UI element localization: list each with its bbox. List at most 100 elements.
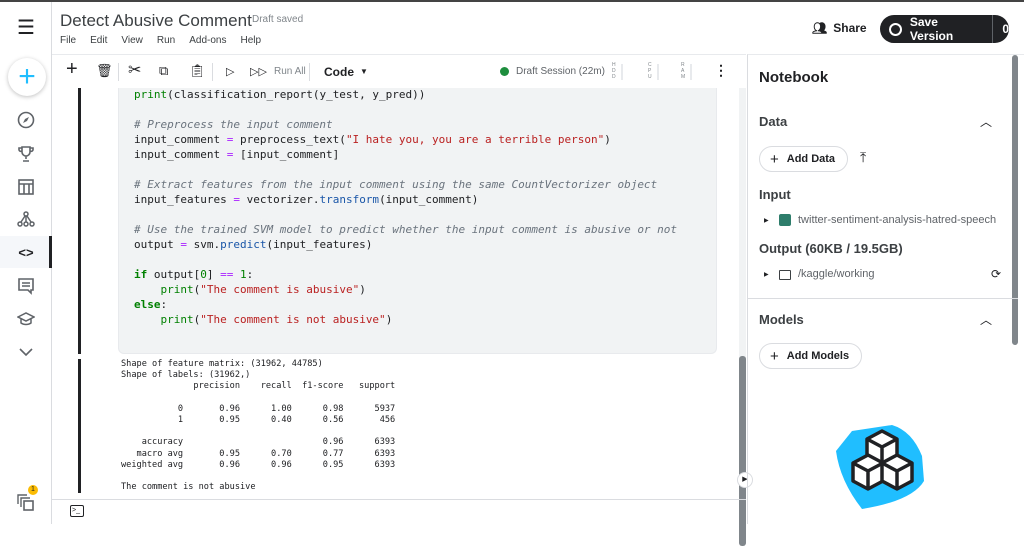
menu-bar: File Edit View Run Add-ons Help bbox=[60, 35, 261, 46]
copy-icon[interactable]: ⧉ bbox=[159, 63, 168, 79]
menu-help[interactable]: Help bbox=[240, 35, 261, 46]
code-token: 0 bbox=[200, 268, 207, 281]
code-token: "I hate you, you are a terrible person" bbox=[345, 133, 605, 146]
refresh-icon[interactable]: ⟳ bbox=[991, 267, 1001, 281]
code-token: ) bbox=[385, 313, 393, 326]
panel-scrollbar[interactable] bbox=[1012, 55, 1018, 345]
output-line: 1 0.95 0.40 0.56 456 bbox=[121, 414, 396, 425]
code-token: ] bbox=[206, 268, 221, 281]
create-button[interactable]: + bbox=[8, 58, 46, 96]
people-icon: 👥︎ bbox=[812, 21, 828, 35]
models-icon[interactable] bbox=[14, 207, 38, 231]
menu-add-ons[interactable]: Add-ons bbox=[189, 35, 226, 46]
console-icon[interactable]: >_ bbox=[70, 505, 84, 517]
menu-run[interactable]: Run bbox=[157, 35, 175, 46]
delete-icon[interactable]: 🗑︎ bbox=[96, 63, 113, 79]
plus-icon: + bbox=[770, 150, 779, 168]
output-path[interactable]: /kaggle/working bbox=[798, 268, 874, 280]
output-line: accuracy 0.96 6393 bbox=[121, 437, 396, 448]
add-data-button[interactable]: + Add Data bbox=[759, 146, 849, 172]
caret-down-icon[interactable]: ▼ bbox=[360, 67, 368, 76]
code-token: "The comment is not abusive" bbox=[200, 313, 386, 326]
code-token: = bbox=[233, 193, 240, 206]
hamburger-menu-icon[interactable]: ☰ bbox=[14, 15, 38, 39]
plus-icon: + bbox=[18, 60, 36, 93]
collapse-models-icon[interactable]: ︿ bbox=[980, 311, 992, 328]
more-options-icon[interactable]: ⋮ bbox=[714, 62, 728, 79]
code-line: else: bbox=[134, 297, 677, 312]
menu-view[interactable]: View bbox=[121, 35, 143, 46]
learn-icon[interactable] bbox=[14, 307, 38, 331]
code-line: print("The comment is not abusive") bbox=[134, 312, 677, 327]
code-token: else bbox=[134, 298, 161, 311]
code-icon[interactable]: <> bbox=[14, 240, 38, 264]
expand-output-icon[interactable]: ▶ bbox=[764, 271, 769, 278]
paste-icon[interactable]: 📋︎ bbox=[189, 63, 206, 79]
compass-icon[interactable] bbox=[14, 108, 38, 132]
table-icon[interactable] bbox=[14, 175, 38, 199]
version-count: 0 bbox=[1002, 22, 1009, 36]
code-cell[interactable]: print(classification_report(y_test, y_pr… bbox=[118, 88, 717, 354]
code-token: ) bbox=[359, 283, 366, 296]
output-selection-bar bbox=[78, 359, 81, 493]
trophy-icon[interactable] bbox=[14, 142, 38, 166]
session-status-dot bbox=[500, 67, 509, 76]
save-version-button[interactable]: Save Version 0 bbox=[880, 15, 1009, 43]
run-icon[interactable]: ▷ bbox=[226, 65, 234, 78]
chevron-down-icon[interactable] bbox=[14, 340, 38, 364]
console-bar: >_ bbox=[52, 499, 746, 524]
code-token: input_comment bbox=[134, 148, 227, 161]
input-dataset[interactable]: twitter-sentiment-analysis-hatred-speech bbox=[798, 214, 1003, 226]
add-cell-icon[interactable]: + bbox=[66, 58, 78, 81]
left-sidebar: ☰ + <> 1 bbox=[0, 2, 52, 524]
share-button[interactable]: 👥︎ Share bbox=[812, 21, 867, 35]
cell-output: Shape of feature matrix: (31962, 44785) S… bbox=[121, 359, 395, 493]
collapse-data-icon[interactable]: ︿ bbox=[980, 113, 992, 130]
notebook-title[interactable]: Detect Abusive Comment bbox=[60, 11, 252, 31]
expand-input-icon[interactable]: ▶ bbox=[764, 217, 769, 224]
copies-icon[interactable]: 1 bbox=[14, 485, 38, 515]
code-token: print bbox=[160, 313, 194, 326]
add-models-button[interactable]: + Add Models bbox=[759, 343, 863, 369]
code-line: # Extract features from the input commen… bbox=[134, 177, 677, 192]
code-line: input_features = vectorizer.transform(in… bbox=[134, 192, 677, 207]
scrollbar-track[interactable] bbox=[739, 88, 746, 546]
output-heading: Output (60KB / 19.5GB) bbox=[759, 241, 903, 256]
output-line: weighted avg 0.96 0.96 0.95 6393 bbox=[121, 459, 396, 470]
code-token: svm. bbox=[186, 238, 221, 251]
code-token: if bbox=[134, 268, 148, 281]
menu-edit[interactable]: Edit bbox=[90, 35, 107, 46]
code-line: # Use the trained SVM model to predict w… bbox=[134, 222, 677, 237]
session-status[interactable]: Draft Session (22m) bbox=[516, 66, 605, 77]
cell-type-select[interactable]: Code bbox=[324, 65, 354, 79]
folder-icon bbox=[779, 270, 791, 280]
code-token: print bbox=[134, 88, 168, 101]
code-editor[interactable]: print(classification_report(y_test, y_pr… bbox=[134, 87, 677, 327]
code-line: # Preprocess the input comment bbox=[134, 117, 677, 132]
run-all-icon[interactable]: ▷▷ bbox=[250, 65, 267, 78]
dataset-icon bbox=[779, 214, 791, 226]
discussion-icon[interactable] bbox=[14, 274, 38, 298]
ram-meter: RAM bbox=[681, 62, 686, 80]
menu-file[interactable]: File bbox=[60, 35, 76, 46]
code-token: preprocess_text( bbox=[233, 133, 346, 146]
code-token: == bbox=[220, 268, 234, 281]
run-all-button[interactable]: Run All bbox=[274, 66, 306, 77]
code-token: transform bbox=[319, 193, 380, 206]
notification-badge: 1 bbox=[28, 485, 38, 495]
models-heading: Models bbox=[759, 312, 804, 327]
code-token: vectorizer. bbox=[239, 193, 320, 206]
code-token: # Extract features from the input commen… bbox=[134, 178, 658, 191]
cut-icon[interactable]: ✂︎ bbox=[128, 60, 141, 80]
code-token: # Preprocess the input comment bbox=[134, 118, 333, 131]
code-token: : bbox=[160, 298, 168, 311]
upload-icon[interactable]: ⤒ bbox=[860, 149, 866, 166]
code-token: [input_comment] bbox=[233, 148, 340, 161]
